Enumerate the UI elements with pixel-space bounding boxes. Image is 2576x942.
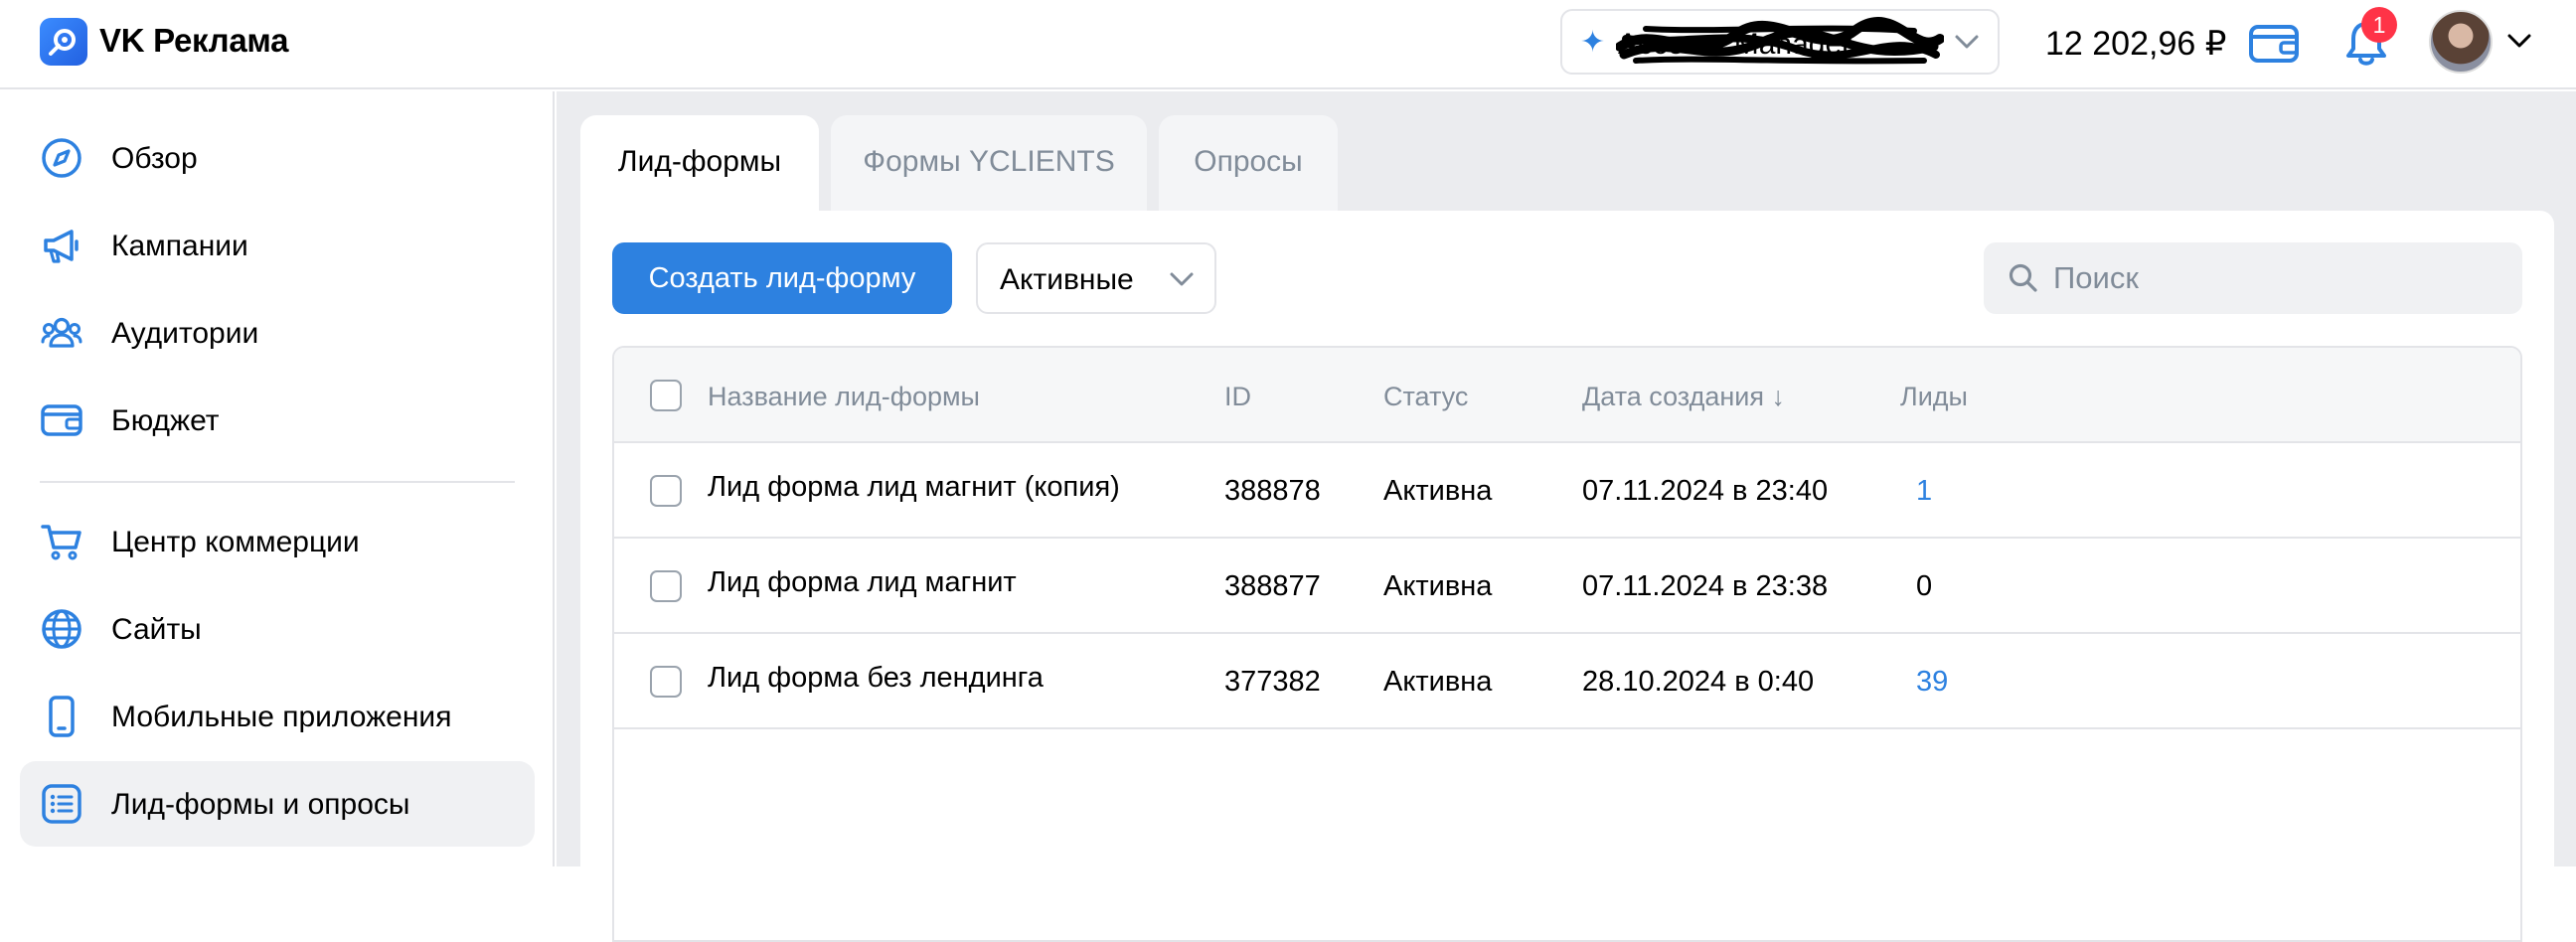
lead-forms-panel: Создать лид-форму Активные Название лид-… xyxy=(580,211,2554,942)
status-filter-value: Активные xyxy=(1000,263,1134,296)
sidebar-item-label: Кампании xyxy=(111,230,248,262)
account-balance[interactable]: 12 202,96 ₽ xyxy=(2045,24,2226,64)
list-icon xyxy=(42,784,81,824)
tab-label: Лид-формы xyxy=(617,145,782,178)
sidebar-item-label: Центр коммерции xyxy=(111,526,360,558)
sidebar-item-label: Лид-формы и опросы xyxy=(111,788,410,821)
tab-surveys[interactable]: Опросы xyxy=(1159,115,1338,213)
brand-name[interactable]: VK Реклама xyxy=(99,22,288,60)
create-lead-form-button[interactable]: Создать лид-форму xyxy=(612,242,952,314)
table-header: Название лид-формы ID Статус Дата создан… xyxy=(614,348,2520,443)
sparkle-icon: ✦ xyxy=(1580,26,1606,59)
button-label: Создать лид-форму xyxy=(648,262,916,294)
form-created-date: 07.11.2024 в 23:40 xyxy=(1582,475,1829,507)
form-name-link[interactable]: Лид форма лид магнит (копия) xyxy=(708,471,1120,504)
column-header-created[interactable]: Дата создания ↓ xyxy=(1582,382,1785,412)
row-checkbox[interactable] xyxy=(650,666,682,698)
vk-ads-logo-icon[interactable] xyxy=(40,18,87,66)
sidebar-item-commerce[interactable]: Центр коммерции xyxy=(20,499,535,584)
wallet-icon[interactable] xyxy=(2248,20,2300,66)
top-header: VK Реклама ✦ Account Manager 12 202,96 ₽… xyxy=(0,0,2576,89)
sidebar-item-sites[interactable]: Сайты xyxy=(20,586,535,672)
tab-lead-forms[interactable]: Лид-формы xyxy=(580,115,819,219)
cart-icon xyxy=(41,525,81,560)
sidebar: Обзор Кампании Аудитории Бюджет Центр ко… xyxy=(0,91,555,866)
sidebar-item-label: Сайты xyxy=(111,613,202,646)
lead-forms-table: Название лид-формы ID Статус Дата создан… xyxy=(612,346,2522,942)
column-header-id[interactable]: ID xyxy=(1224,382,1251,412)
sidebar-item-budget[interactable]: Бюджет xyxy=(20,378,535,463)
sidebar-item-label: Обзор xyxy=(111,142,198,175)
form-name-link[interactable]: Лид форма лид магнит xyxy=(708,566,1017,599)
redaction-scribble xyxy=(1616,17,1944,65)
leads-count-link[interactable]: 1 xyxy=(1916,475,1932,508)
sidebar-item-mobile-apps[interactable]: Мобильные приложения xyxy=(20,674,535,759)
status-filter-select[interactable]: Активные xyxy=(976,242,1216,314)
form-id: 388877 xyxy=(1224,570,1321,602)
smartphone-icon xyxy=(49,696,75,737)
search-icon xyxy=(2009,263,2037,292)
form-status: Активна xyxy=(1383,666,1493,698)
table-row[interactable]: Лид форма без лендинга 377382 Активна 28… xyxy=(614,634,2520,729)
chevron-down-icon[interactable] xyxy=(2506,32,2532,50)
column-header-name[interactable]: Название лид-формы xyxy=(708,382,980,412)
search-field[interactable] xyxy=(1984,242,2522,314)
table-row[interactable]: Лид форма лид магнит 388877 Активна 07.1… xyxy=(614,539,2520,634)
compass-icon xyxy=(42,138,81,178)
form-id: 377382 xyxy=(1224,666,1321,698)
sidebar-item-label: Аудитории xyxy=(111,317,259,350)
row-checkbox[interactable] xyxy=(650,570,682,602)
form-created-date: 28.10.2024 в 0:40 xyxy=(1582,666,1815,698)
sidebar-item-lead-forms[interactable]: Лид-формы и опросы xyxy=(20,761,535,847)
form-status: Активна xyxy=(1383,570,1493,602)
tab-label: Формы YCLIENTS xyxy=(863,145,1115,178)
tab-yclients-forms[interactable]: Формы YCLIENTS xyxy=(831,115,1147,213)
select-all-checkbox[interactable] xyxy=(650,380,682,411)
column-header-status[interactable]: Статус xyxy=(1383,382,1468,412)
sidebar-item-campaigns[interactable]: Кампании xyxy=(20,203,535,288)
sidebar-item-audiences[interactable]: Аудитории xyxy=(20,290,535,376)
form-id: 388878 xyxy=(1224,475,1321,507)
users-icon xyxy=(41,317,82,348)
column-header-leads[interactable]: Лиды xyxy=(1900,382,1968,412)
sidebar-divider xyxy=(40,481,515,483)
row-checkbox[interactable] xyxy=(650,475,682,507)
leads-count-link[interactable]: 39 xyxy=(1916,666,1948,699)
wallet-icon xyxy=(41,404,82,436)
sidebar-item-overview[interactable]: Обзор xyxy=(20,115,535,201)
form-status: Активна xyxy=(1383,475,1493,507)
search-input[interactable] xyxy=(2053,256,2491,300)
main-content: Лид-формы Формы YCLIENTS Опросы Создать … xyxy=(557,91,2576,942)
table-row[interactable]: Лид форма лид магнит (копия) 388878 Акти… xyxy=(614,443,2520,539)
form-name-link[interactable]: Лид форма без лендинга xyxy=(708,662,1044,695)
sidebar-item-label: Мобильные приложения xyxy=(111,701,452,733)
account-selector[interactable]: ✦ Account Manager xyxy=(1560,9,2000,75)
avatar[interactable] xyxy=(2429,10,2493,74)
tab-label: Опросы xyxy=(1194,145,1303,178)
megaphone-icon xyxy=(44,230,79,263)
leads-count: 0 xyxy=(1916,570,1933,602)
globe-icon xyxy=(42,609,81,649)
sidebar-item-label: Бюджет xyxy=(111,404,220,437)
notification-badge: 1 xyxy=(2361,7,2397,43)
chevron-down-icon xyxy=(1955,35,1979,49)
chevron-down-icon xyxy=(1170,272,1194,286)
form-created-date: 07.11.2024 в 23:38 xyxy=(1582,570,1829,602)
